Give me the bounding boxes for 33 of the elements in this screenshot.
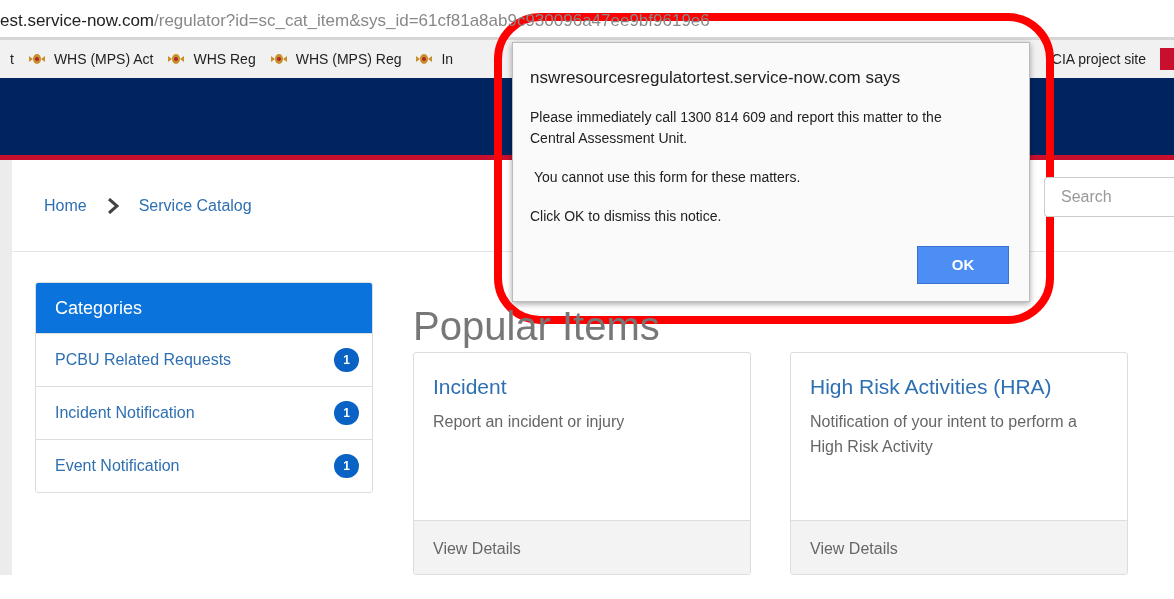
category-label: PCBU Related Requests xyxy=(55,350,232,370)
view-details-link[interactable]: View Details xyxy=(414,520,750,574)
dialog-title: nswresourcesregulatortest.service-now.com says xyxy=(530,67,902,89)
chevron-icon xyxy=(106,197,119,214)
count-badge: 1 xyxy=(334,401,359,425)
category-label: Event Notification xyxy=(55,456,180,476)
dialog-message: Please immediately call 1300 814 609 and report this matter to the Central Assessment Unit. xyxy=(530,107,943,148)
crest-icon xyxy=(415,52,434,66)
view-details-link[interactable]: View Details xyxy=(791,520,1127,574)
count-badge: 1 xyxy=(334,454,359,478)
dialog-message: Click OK to dismiss this notice. xyxy=(530,206,723,226)
bookmark-link[interactable]: t xyxy=(10,48,14,70)
bookmark-link[interactable]: In xyxy=(441,48,454,70)
ok-button[interactable]: OK xyxy=(917,246,1009,284)
categories-header: Categories xyxy=(36,283,372,333)
bookmark-link[interactable]: WHS (MPS) Act xyxy=(53,48,154,70)
category-label: Incident Notification xyxy=(55,403,195,423)
breadcrumb-link[interactable]: Service Catalog xyxy=(138,193,252,218)
bookmark-favicon-icon[interactable] xyxy=(1160,48,1174,70)
crest-icon xyxy=(167,52,186,66)
card-title-link[interactable]: High Risk Activities (HRA) xyxy=(810,371,1108,403)
breadcrumb-link[interactable]: Home xyxy=(44,193,87,218)
search-field[interactable]: Search xyxy=(1044,176,1174,217)
bookmark-link[interactable]: WHS Reg xyxy=(193,48,256,70)
dialog-message: You cannot use this form for these matters. xyxy=(532,167,802,187)
count-badge: 1 xyxy=(334,348,359,372)
bookmark-link[interactable]: WHS (MPS) Reg xyxy=(295,48,402,70)
category-item[interactable]: Event Notification 1 xyxy=(36,439,372,492)
card-title-link[interactable]: Incident xyxy=(433,371,731,403)
crest-icon xyxy=(27,52,46,66)
card-description: Report an incident or injury xyxy=(433,411,626,432)
card-description: Notification of your intent to perform a High Risk Activity xyxy=(810,411,1078,458)
crest-icon xyxy=(269,52,288,66)
